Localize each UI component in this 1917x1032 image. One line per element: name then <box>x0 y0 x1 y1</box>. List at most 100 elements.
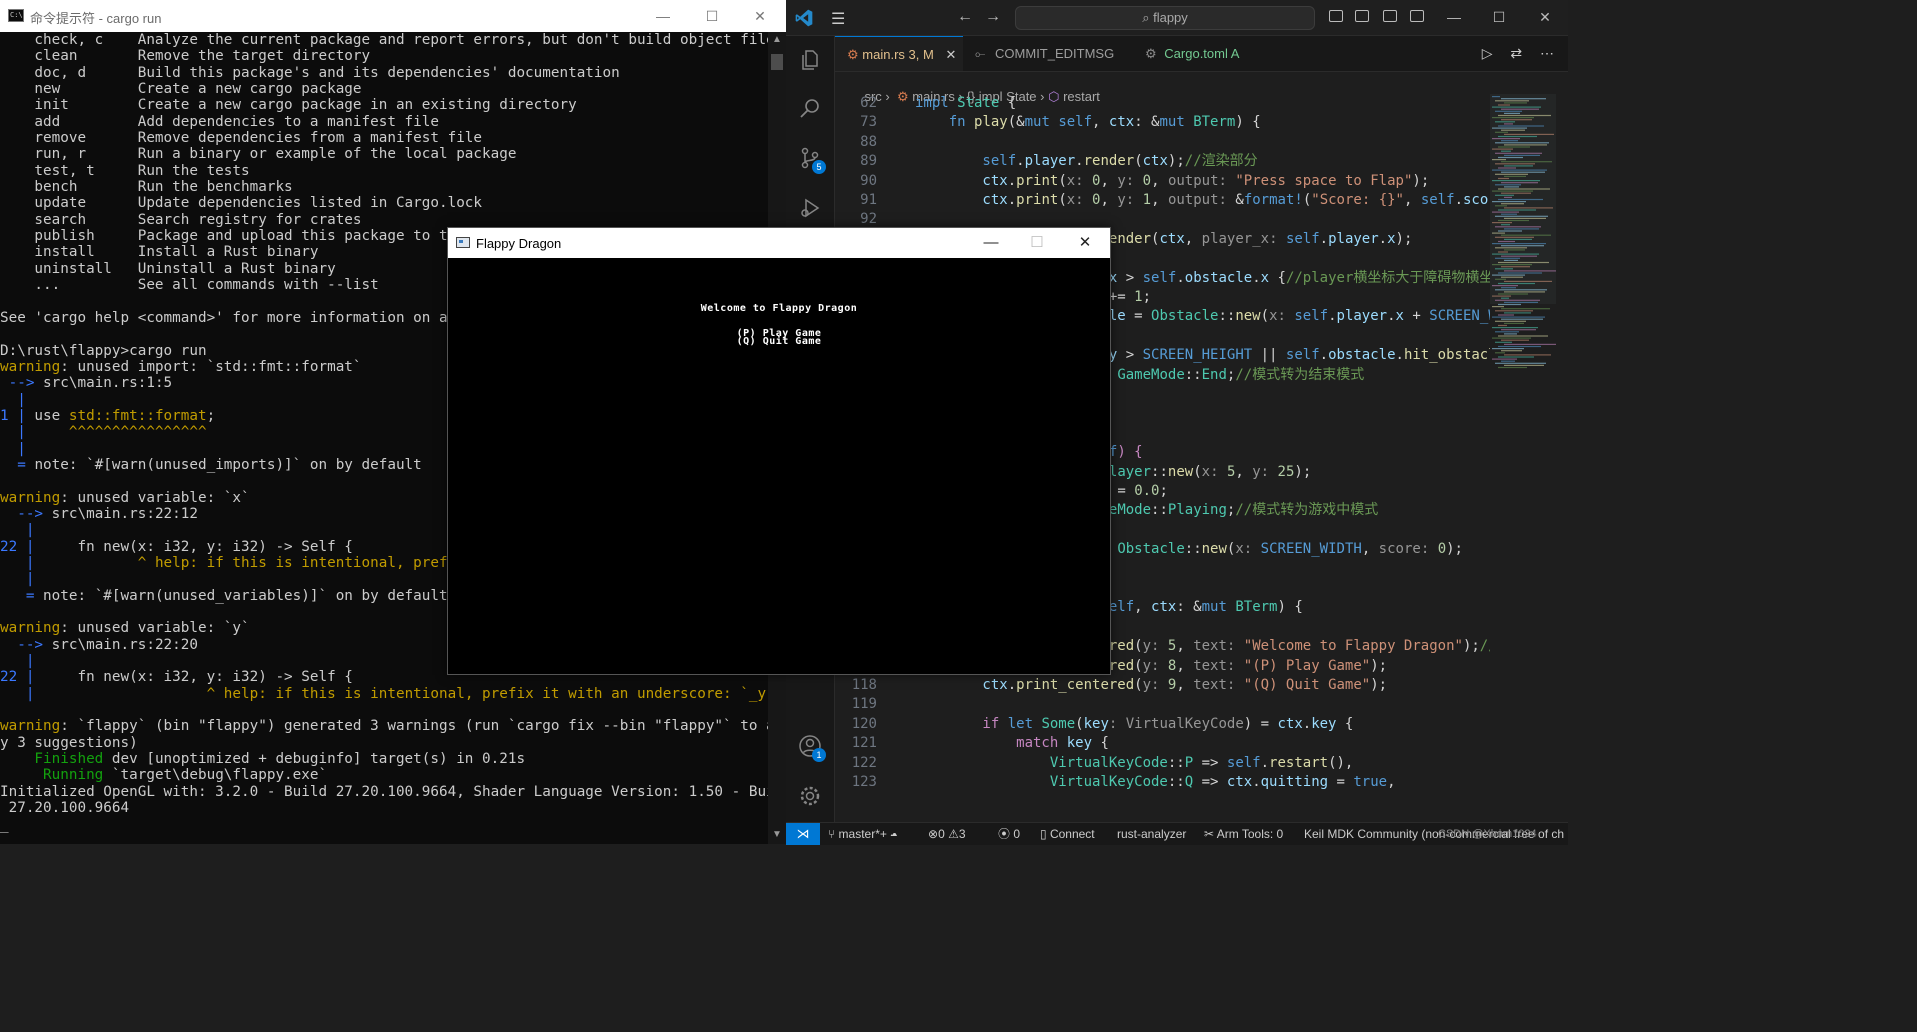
run-play-icon[interactable]: ▷ <box>1482 45 1493 61</box>
cmd-text: warning <box>0 358 61 375</box>
tab-commit-editmsg[interactable]: ⟜ COMMIT_EDITMSG <box>963 36 1145 71</box>
nav-back-arrow-icon[interactable]: ← <box>957 8 973 26</box>
minimap-line <box>1495 310 1533 312</box>
minimap-line <box>1492 232 1505 234</box>
flappy-close-button[interactable]: ✕ <box>1062 228 1108 258</box>
cmd-text: 22 | <box>0 538 35 555</box>
minimap-line <box>1504 364 1544 366</box>
minimap-line <box>1504 154 1540 156</box>
search-icon[interactable] <box>798 96 822 120</box>
code-line[interactable]: 121 match key { <box>835 734 1490 753</box>
customize-layout-icon[interactable] <box>1410 10 1424 22</box>
flappy-title-bar[interactable]: Flappy Dragon — ☐ ✕ <box>448 228 1110 258</box>
cmd-line: _ <box>0 817 768 833</box>
game-canvas[interactable]: Welcome to Flappy Dragon (P) Play Game (… <box>448 258 1110 674</box>
code-token: : & <box>1176 599 1202 616</box>
line-number: 88 <box>860 133 877 150</box>
minimap-line <box>1495 205 1507 207</box>
cmd-text: Initialized OpenGL with: 3.2.0 - Build 2… <box>0 783 768 800</box>
minimap-line <box>1498 345 1541 348</box>
code-token: . <box>1319 230 1329 247</box>
vscode-close-button[interactable]: ✕ <box>1523 0 1567 35</box>
code-line[interactable]: 91 ctx.print(x: 0, y: 1, output: &format… <box>835 191 1490 210</box>
code-line[interactable]: 73 fn play(&mut self, ctx: &mut BTerm) { <box>835 113 1490 132</box>
source-control-icon[interactable]: 5 <box>798 146 826 174</box>
code-line[interactable]: 119 <box>835 695 1490 714</box>
code-token: ); <box>1370 657 1388 674</box>
code-token: SCREEN_WIDTH <box>1429 308 1490 325</box>
remote-indicator-icon[interactable]: ⋊ <box>786 823 820 845</box>
manage-gear-icon[interactable] <box>798 784 822 808</box>
code-token: //5是纵坐 <box>1479 638 1490 655</box>
code-token: x: <box>1066 172 1093 189</box>
tab-main-rs[interactable]: ⚙ main.rs 3, M ✕ <box>835 36 963 71</box>
cmd-text: : unused import: `std::fmt::format` <box>60 358 362 375</box>
cmd-title-bar[interactable]: C:\ 命令提示符 - cargo run — ☐ ✕ <box>0 0 786 32</box>
code-token: ; <box>1142 289 1152 305</box>
code-token: x <box>1395 308 1404 325</box>
nav-forward-arrow-icon[interactable]: → <box>985 8 1001 26</box>
editor-scrollbar[interactable] <box>1556 94 1568 822</box>
welcome-text: Welcome to Flappy Dragon <box>700 303 858 314</box>
code-line[interactable]: 88 <box>835 133 1490 152</box>
cmd-scroll-thumb[interactable] <box>771 54 783 70</box>
arm-tools-status[interactable]: ✂ Arm Tools: 0 <box>1204 823 1283 845</box>
code-line[interactable]: 120 if let Some(key: VirtualKeyCode) = c… <box>835 715 1490 734</box>
code-token: ( <box>1260 308 1270 325</box>
run-debug-icon[interactable] <box>798 196 822 220</box>
cmd-maximize-button[interactable]: ☐ <box>689 0 735 32</box>
code-token: self <box>1058 114 1093 131</box>
cmd-minimize-button[interactable]: — <box>640 0 686 32</box>
code-line[interactable]: 118 ctx.print_centered(y: 9, text: "(Q) … <box>835 676 1490 695</box>
vscode-maximize-button[interactable]: ☐ <box>1477 0 1521 35</box>
code-token: . <box>1252 774 1261 790</box>
search-icon: ⌕ <box>1142 10 1154 25</box>
cmd-text: dev [unoptimized + debuginfo] target(s) … <box>103 751 526 768</box>
ports-status[interactable]: ⦿ 0 <box>998 823 1020 845</box>
minimap-line <box>1504 133 1554 135</box>
command-center-search[interactable]: ⌕ flappy <box>1015 6 1315 30</box>
vscode-title-bar[interactable]: ☰ ← → ⌕ flappy — ☐ ✕ <box>786 0 1568 36</box>
minimap-line <box>1498 261 1549 264</box>
minimap-line <box>1498 230 1522 232</box>
code-token: : VirtualKeyCode <box>1108 715 1244 732</box>
more-actions-icon[interactable]: ⋯ <box>1540 45 1554 61</box>
minimap-line <box>1492 138 1520 140</box>
toggle-primary-sidebar-icon[interactable] <box>1329 10 1343 22</box>
minimap-line <box>1495 341 1512 343</box>
git-branch-icon: ⑂ <box>828 827 839 841</box>
minimap-line <box>1501 287 1516 289</box>
scroll-up-arrow-icon[interactable]: ▲ <box>772 34 782 45</box>
code-token: ( <box>1134 677 1143 693</box>
code-line[interactable]: 122 VirtualKeyCode::P => self.restart(), <box>835 754 1490 773</box>
explorer-files-icon[interactable] <box>798 48 822 72</box>
accounts-icon[interactable]: 1 <box>798 734 826 762</box>
vscode-minimize-button[interactable]: — <box>1432 0 1476 35</box>
code-token: //渲染部分 <box>1184 153 1258 170</box>
branch-status[interactable]: ⑂ master*+ ☁ <box>828 823 897 845</box>
tab-cargo-toml[interactable]: ⚙ Cargo.toml A <box>1133 36 1275 71</box>
connect-status[interactable]: ▯ Connect <box>1040 823 1095 845</box>
problems-status[interactable]: ⊗0 ⚠3 <box>928 823 966 845</box>
code-line[interactable]: 62 impl State { <box>835 94 1490 113</box>
flappy-minimize-button[interactable]: — <box>968 228 1014 258</box>
open-changes-icon[interactable]: ⇄ <box>1510 45 1522 61</box>
code-line[interactable]: 90 ctx.print(x: 0, y: 0, output: "Press … <box>835 172 1490 191</box>
code-token: ctx <box>1226 774 1253 790</box>
scroll-down-arrow-icon[interactable]: ▼ <box>772 829 782 840</box>
rust-analyzer-status[interactable]: rust-analyzer <box>1117 823 1186 845</box>
flappy-dragon-window[interactable]: Flappy Dragon — ☐ ✕ Welcome to Flappy Dr… <box>447 227 1111 675</box>
toggle-secondary-sidebar-icon[interactable] <box>1383 10 1397 22</box>
toggle-panel-icon[interactable] <box>1355 10 1369 22</box>
cmd-text <box>34 555 137 571</box>
minimap[interactable] <box>1490 94 1556 822</box>
tab-status: 3, M <box>908 47 934 62</box>
code-token: key <box>1311 715 1337 732</box>
minimap-line <box>1492 316 1545 318</box>
cmd-close-button[interactable]: ✕ <box>737 0 783 32</box>
code-line[interactable]: 89 self.player.render(ctx);//渲染部分 <box>835 152 1490 171</box>
close-icon[interactable]: ✕ <box>945 47 956 62</box>
editor-tabs: ⚙ main.rs 3, M ✕ ⟜ COMMIT_EDITMSG ⚙ Carg… <box>835 36 1568 72</box>
code-line[interactable]: 123 VirtualKeyCode::Q => ctx.quitting = … <box>835 773 1490 792</box>
hamburger-menu-icon[interactable]: ☰ <box>831 9 845 29</box>
